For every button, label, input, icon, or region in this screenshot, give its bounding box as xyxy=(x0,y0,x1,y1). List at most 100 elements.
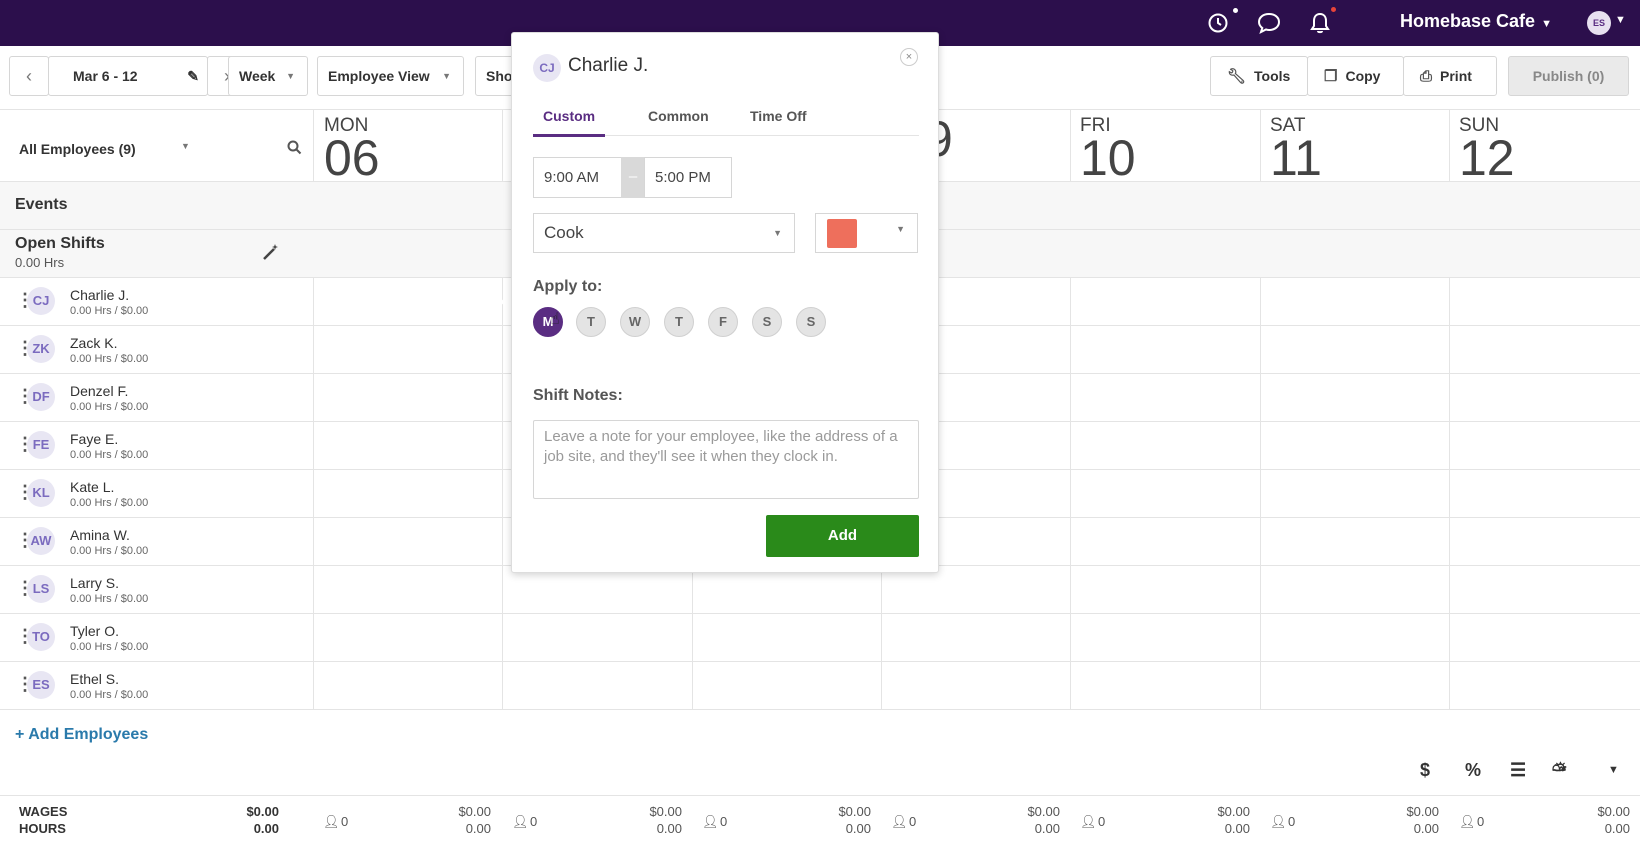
employee-hours-wages: 0.00 Hrs / $0.00 xyxy=(70,497,149,509)
bell-icon[interactable] xyxy=(1306,9,1334,37)
day-number: 11 xyxy=(1270,130,1322,186)
day-number: 12 xyxy=(1459,130,1515,186)
print-label: Print xyxy=(1440,68,1472,84)
day-hours: 0.00 xyxy=(1604,821,1630,836)
clock-icon[interactable] xyxy=(1204,9,1232,37)
hours-label: HOURS xyxy=(19,821,66,836)
employee-name: Kate L. xyxy=(70,479,115,495)
day-hours: 0.00 xyxy=(1413,821,1439,836)
color-dropdown[interactable]: ▼ xyxy=(815,213,918,253)
employee-row[interactable]: ⋮ LS Larry S. 0.00 Hrs / $0.00 xyxy=(0,566,1640,614)
open-shifts-hours: 0.00 Hrs xyxy=(15,255,65,270)
add-shift-popover: CJ Charlie J. × Custom Common Time Off 9… xyxy=(511,32,939,573)
chevron-down-icon[interactable]: ▼ xyxy=(181,141,190,151)
day-toggle-thu[interactable]: T xyxy=(664,307,694,337)
employee-row[interactable]: ⋮ ES Ethel S. 0.00 Hrs / $0.00 xyxy=(0,662,1640,710)
day-toggle-tue[interactable]: T xyxy=(576,307,606,337)
avatar: FE xyxy=(27,431,55,459)
person-icon: 👤︎ xyxy=(891,814,908,829)
day-toggle-wed[interactable]: W xyxy=(620,307,650,337)
avatar: CJ xyxy=(533,54,561,82)
day-shift-count: 0 xyxy=(720,814,728,829)
chevron-down-icon[interactable]: ▼ xyxy=(1608,764,1619,776)
copy-label: Copy xyxy=(1345,68,1381,84)
add-employees-link[interactable]: + Add Employees xyxy=(15,726,148,744)
company-switcher[interactable]: Homebase Cafe ▼ xyxy=(1400,11,1552,32)
start-time-input[interactable]: 9:00 AM xyxy=(533,157,623,198)
person-icon: 👤︎ xyxy=(323,814,340,829)
date-range-picker[interactable]: Mar 6 - 12 ✎ xyxy=(48,56,208,96)
clock-notification-dot xyxy=(1233,8,1238,13)
tab-custom[interactable]: Custom xyxy=(543,108,595,124)
show-label: Sho xyxy=(486,68,513,84)
total-wages: $0.00 xyxy=(246,804,279,819)
tools-button[interactable]: 🔧︎ Tools xyxy=(1210,56,1308,96)
wages-label: WAGES xyxy=(19,804,68,819)
day-toggle-sat[interactable]: S xyxy=(752,307,782,337)
percent-icon[interactable]: % xyxy=(1465,760,1481,781)
day-wages: $0.00 xyxy=(1027,804,1060,819)
columns-icon[interactable]: ☰ xyxy=(1510,760,1526,781)
view-dropdown[interactable]: Employee View ▼ xyxy=(317,56,464,96)
employee-name: Denzel F. xyxy=(70,383,129,399)
period-dropdown[interactable]: Week ▼ xyxy=(228,56,308,96)
magic-wand-icon[interactable] xyxy=(262,243,280,266)
add-shift-button[interactable]: Add xyxy=(766,515,919,557)
day-toggle-sun[interactable]: S xyxy=(796,307,826,337)
employee-hours-wages: 0.00 Hrs / $0.00 xyxy=(70,449,149,461)
day-toggle-fri[interactable]: F xyxy=(708,307,738,337)
bell-notification-dot xyxy=(1331,7,1336,12)
chat-icon[interactable] xyxy=(1255,9,1283,37)
avatar: AW xyxy=(27,527,55,555)
chevron-down-icon[interactable]: ▼ xyxy=(1615,14,1626,26)
chevron-down-icon: ▼ xyxy=(896,224,905,234)
close-icon[interactable]: × xyxy=(900,48,918,66)
day-shift-count: 0 xyxy=(1098,814,1106,829)
person-icon: 👤︎ xyxy=(512,814,529,829)
day-header-sun: SUN 12 xyxy=(1459,116,1515,186)
total-hours: 0.00 xyxy=(253,821,279,836)
wrench-icon: 🔧︎ xyxy=(1227,68,1247,85)
avatar: TO xyxy=(27,623,55,651)
prev-week-button[interactable]: ‹ xyxy=(9,56,49,96)
avatar: ES xyxy=(27,671,55,699)
publish-button[interactable]: Publish (0) xyxy=(1508,56,1629,96)
period-label: Week xyxy=(239,68,276,84)
copy-button[interactable]: ❐ Copy xyxy=(1307,56,1404,96)
search-icon[interactable] xyxy=(287,140,302,158)
employee-hours-wages: 0.00 Hrs / $0.00 xyxy=(70,593,149,605)
day-wages: $0.00 xyxy=(1597,804,1630,819)
employee-row[interactable]: ⋮ TO Tyler O. 0.00 Hrs / $0.00 xyxy=(0,614,1640,662)
day-wages: $0.00 xyxy=(1217,804,1250,819)
tab-time-off[interactable]: Time Off xyxy=(750,108,807,124)
weather-icon[interactable]: ⛅︎ xyxy=(1552,760,1566,781)
events-label: Events xyxy=(15,196,68,213)
open-shifts-label: Open Shifts xyxy=(15,235,105,252)
avatar: LS xyxy=(27,575,55,603)
employee-hours-wages: 0.00 Hrs / $0.00 xyxy=(70,689,149,701)
role-dropdown[interactable]: Cook ▼ xyxy=(533,213,795,253)
day-wages: $0.00 xyxy=(1406,804,1439,819)
end-time-input[interactable]: 5:00 PM xyxy=(644,157,732,198)
employee-hours-wages: 0.00 Hrs / $0.00 xyxy=(70,305,149,317)
day-shift-count: 0 xyxy=(1288,814,1296,829)
user-avatar[interactable]: ES xyxy=(1587,11,1611,35)
tab-common[interactable]: Common xyxy=(648,108,709,124)
employee-name: Tyler O. xyxy=(70,623,120,639)
avatar: DF xyxy=(27,383,55,411)
day-hours: 0.00 xyxy=(1224,821,1250,836)
print-button[interactable]: ⎙ Print xyxy=(1403,56,1497,96)
employee-filter[interactable]: All Employees (9) xyxy=(19,141,136,157)
day-header-fri: FRI 10 xyxy=(1080,116,1136,183)
day-hours: 0.00 xyxy=(1034,821,1060,836)
avatar: CJ xyxy=(27,287,55,315)
company-name: Homebase Cafe xyxy=(1400,11,1536,31)
view-options-bar: $ % ☰ ⛅︎ ▼ xyxy=(1390,760,1640,796)
shift-tabs: Custom Common Time Off xyxy=(533,98,919,137)
role-label: Cook xyxy=(544,223,584,242)
person-icon: 👤︎ xyxy=(1459,814,1476,829)
day-header-mon: MON 06 xyxy=(324,116,380,183)
active-tab-indicator xyxy=(533,134,605,137)
dollar-icon[interactable]: $ xyxy=(1420,760,1430,781)
shift-notes-input[interactable] xyxy=(533,420,919,499)
